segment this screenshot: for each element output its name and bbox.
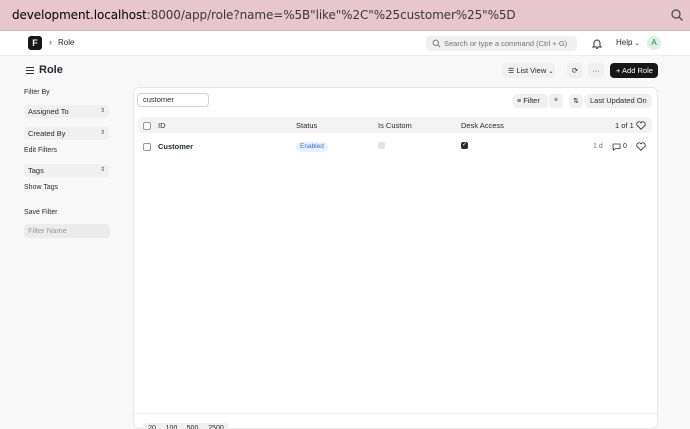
chevron-updown-icon: ⇕ <box>99 108 105 114</box>
status-badge: Enabled <box>296 142 328 152</box>
row-id-link[interactable]: Customer <box>158 142 193 151</box>
row-checkbox[interactable] <box>143 143 151 151</box>
chevron-updown-icon: ⇕ <box>99 130 105 136</box>
created-by-dropdown[interactable]: Created By ⇕ <box>24 127 109 140</box>
list-icon: ☰ <box>508 68 515 75</box>
edit-filters-link[interactable]: Edit Filters <box>24 147 57 154</box>
tags-dropdown[interactable]: Tags ⇕ <box>24 164 109 177</box>
heart-icon[interactable] <box>636 121 646 130</box>
chevron-down-icon: ⌄ <box>548 69 554 75</box>
browser-url-bar[interactable]: development.localhost:8000/app/role?name… <box>0 0 690 31</box>
awesomebar-search[interactable]: Search or type a command (Ctrl + G) <box>426 36 577 51</box>
filter-label: Filter <box>523 96 540 105</box>
page-size-20[interactable]: 20 <box>143 423 161 429</box>
app-logo[interactable]: F <box>28 36 42 50</box>
column-desk-access: Desk Access <box>461 121 504 130</box>
modified-time: 1 d <box>593 143 603 150</box>
url-text[interactable]: development.localhost:8000/app/role?name… <box>12 8 516 22</box>
sort-by-button[interactable]: Last Updated On <box>585 94 652 108</box>
list-card <box>133 87 658 429</box>
add-role-button[interactable]: + Add Role <box>610 63 658 78</box>
separator-dot: · <box>630 142 633 149</box>
sort-icon: ⇅ <box>573 98 579 105</box>
refresh-button[interactable]: ⟳ <box>567 63 583 78</box>
help-label: Help <box>616 38 633 47</box>
chevron-down-icon: ⌄ <box>634 41 640 47</box>
page-size-500[interactable]: 500 <box>182 423 203 429</box>
chevron-updown-icon: ⇕ <box>99 167 105 173</box>
help-dropdown[interactable]: Help ⌄ <box>616 38 640 47</box>
ellipsis-icon: ··· <box>592 66 600 75</box>
sort-order-button[interactable]: ⇅ <box>569 94 583 108</box>
page-title: Role <box>39 64 63 76</box>
row-like-icon[interactable] <box>636 142 646 151</box>
sidebar-toggle-icon[interactable] <box>26 67 34 74</box>
comment-count: 0 <box>623 143 627 150</box>
add-role-label: + Add Role <box>616 66 653 75</box>
id-filter-input[interactable]: customer <box>137 93 209 107</box>
app-navbar: F › Role Search or type a command (Ctrl … <box>0 31 690 56</box>
sort-label: Last Updated On <box>590 96 647 105</box>
page-size-100[interactable]: 100 <box>161 423 182 429</box>
assigned-to-label: Assigned To <box>28 107 69 116</box>
close-icon: × <box>553 97 559 104</box>
notification-bell-icon[interactable] <box>592 38 602 49</box>
search-placeholder: Search or type a command (Ctrl + G) <box>444 39 568 48</box>
select-all-checkbox[interactable] <box>143 122 151 130</box>
show-tags-link[interactable]: Show Tags <box>24 184 58 191</box>
list-view-label: List View <box>516 66 547 75</box>
column-status: Status <box>296 121 318 130</box>
list-count: 1 of 1 <box>615 121 634 130</box>
breadcrumb[interactable]: Role <box>58 38 74 47</box>
refresh-icon: ⟳ <box>571 66 579 75</box>
column-id: ID <box>158 121 166 130</box>
filter-by-label: Filter By <box>24 89 50 96</box>
footer-divider <box>134 413 657 414</box>
zoom-icon[interactable] <box>670 8 684 22</box>
clear-filters-button[interactable]: × <box>549 94 563 108</box>
list-view-button[interactable]: ☰ List View ⌄ <box>502 63 555 78</box>
search-icon <box>432 39 441 48</box>
comment-icon[interactable] <box>612 143 621 151</box>
save-filter-label: Save Filter <box>24 209 58 216</box>
column-is-custom: Is Custom <box>378 121 412 130</box>
tags-label: Tags <box>28 166 44 175</box>
avatar[interactable]: A <box>647 36 661 50</box>
chevron-right-icon: › <box>49 37 52 47</box>
created-by-label: Created By <box>28 129 66 138</box>
is-custom-checkbox <box>378 142 385 149</box>
page-size-2500[interactable]: 2500 <box>203 423 229 429</box>
assigned-to-dropdown[interactable]: Assigned To ⇕ <box>24 105 109 118</box>
filter-name-input[interactable]: Filter Name <box>24 224 110 238</box>
more-actions-button[interactable]: ··· <box>588 63 604 78</box>
desk-access-checkbox: ✓ <box>461 142 468 149</box>
filter-button[interactable]: ≡ Filter <box>513 94 548 108</box>
filter-icon: ≡ <box>517 98 522 105</box>
